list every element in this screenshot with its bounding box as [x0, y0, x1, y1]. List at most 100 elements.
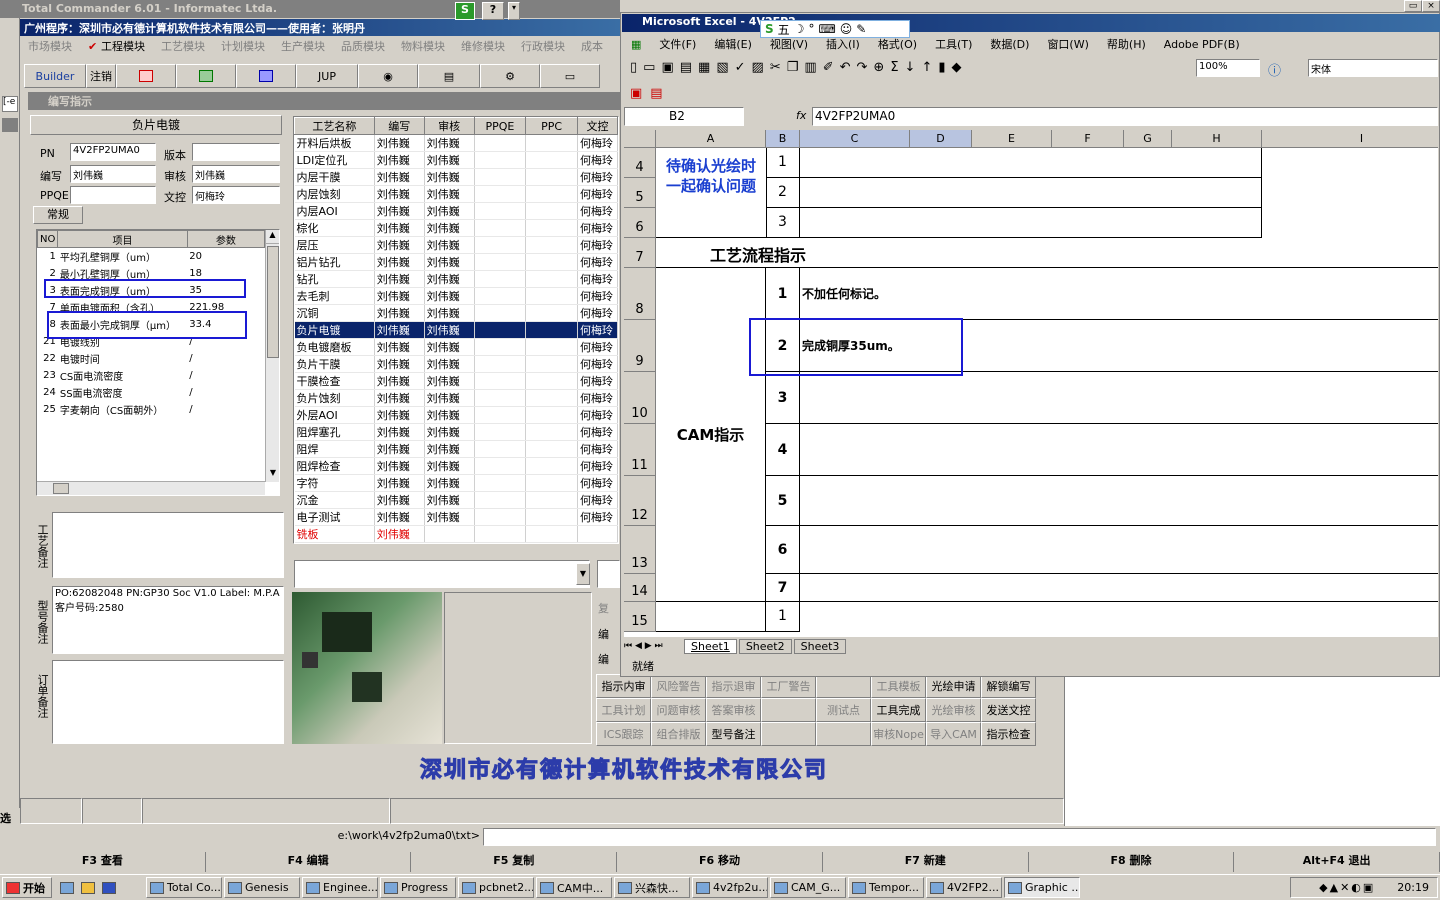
column-header[interactable]: B [766, 130, 800, 148]
cell-a7-flow-title[interactable]: 工艺流程指示 [656, 238, 1438, 268]
tab-general[interactable]: 常规 [33, 206, 83, 224]
proc-row[interactable]: 阻焊 刘伟巍 刘伟巍 何梅玲 [294, 440, 618, 458]
proc-row[interactable]: LDI定位孔 刘伟巍 刘伟巍 何梅玲 [294, 151, 618, 169]
action-button[interactable]: 光绘审核 [926, 698, 981, 722]
cell-c-text[interactable] [800, 526, 1438, 574]
proc-row[interactable]: 沉金 刘伟巍 刘伟巍 何梅玲 [294, 491, 618, 509]
cell-a4-note[interactable]: 待确认光绘时一起确认问题 [656, 148, 767, 238]
taskbar-button[interactable]: Total Co... [146, 877, 222, 898]
builder-button[interactable]: Builder [24, 64, 86, 88]
action-button[interactable]: 工具计划 [596, 698, 651, 722]
combo-arrow-icon[interactable]: ▼ [576, 563, 590, 585]
action-button[interactable] [816, 674, 871, 698]
action-button[interactable]: 光绘申请 [926, 674, 981, 698]
excel-doc-icon[interactable]: ▦ [622, 38, 650, 51]
row-header[interactable]: 7 [624, 238, 656, 268]
save-icon[interactable]: ▣ [661, 60, 673, 75]
cell-c-text[interactable] [800, 208, 1262, 238]
proc-row[interactable]: 内层AOI 刘伟巍 刘伟巍 何梅玲 [294, 202, 618, 220]
function-key-button[interactable]: F6 移动 [617, 852, 823, 872]
side-btn-1[interactable]: 复 [598, 600, 609, 616]
action-button[interactable]: 导入CAM [926, 722, 981, 746]
excel-menu-item[interactable]: 视图(V) [761, 36, 817, 52]
formula-input[interactable]: 4V2FP2UMA0 [812, 107, 1438, 126]
process-combo[interactable] [294, 560, 590, 588]
taskbar-button[interactable]: Genesis [224, 877, 300, 898]
excel-menu-item[interactable]: 格式(O) [869, 36, 926, 52]
proc-row[interactable]: 负片蚀刻 刘伟巍 刘伟巍 何梅玲 [294, 389, 618, 407]
new-icon[interactable]: ▯ [630, 60, 637, 75]
module-menu-item[interactable]: 品质模块 [333, 37, 393, 55]
param-row[interactable]: 24 SS面电流密度 / [38, 384, 265, 401]
permission-icon[interactable]: ▤ [680, 60, 692, 75]
row-header[interactable]: 6 [624, 208, 656, 238]
cell-b-number[interactable]: 5 [766, 476, 800, 526]
proc-row[interactable]: 层压 刘伟巍 刘伟巍 何梅玲 [294, 236, 618, 254]
desktop-icon[interactable] [60, 881, 74, 894]
tray-icons[interactable]: ◆▲✕◐▣ [1319, 881, 1375, 894]
cell-b-number[interactable]: 2 [766, 178, 800, 208]
param-col-header[interactable]: 参数 [186, 230, 266, 248]
proc-row[interactable]: 内层蚀刻 刘伟巍 刘伟巍 何梅玲 [294, 185, 618, 203]
taskbar-button[interactable]: 4v2fp2u... [692, 877, 768, 898]
taskbar-button[interactable]: Tempor... [848, 877, 924, 898]
proc-row[interactable]: 外层AOI 刘伟巍 刘伟巍 何梅玲 [294, 406, 618, 424]
column-header[interactable]: C [800, 130, 910, 148]
cell-b-number[interactable]: 1 [766, 268, 800, 320]
module-menu-item[interactable]: 行政模块 [513, 37, 573, 55]
excel-menu-item[interactable]: 数据(D) [981, 36, 1038, 52]
drive-box[interactable]: [-e [2, 96, 18, 112]
function-key-button[interactable]: F8 删除 [1029, 852, 1235, 872]
cell-c-text[interactable]: 不加任何标记。 [800, 268, 1438, 320]
param-row[interactable]: 1 平均孔壁铜厚（um） 20 [38, 248, 265, 265]
print-icon[interactable]: ▦ [698, 60, 710, 75]
cell-b-number[interactable]: 1 [766, 148, 800, 178]
module-menu-item[interactable]: 生产模块 [273, 37, 333, 55]
cell-b-number[interactable]: 1 [766, 602, 800, 632]
excel-tool-icon[interactable] [176, 64, 236, 88]
action-button[interactable]: 指示退审 [706, 674, 761, 698]
open-icon[interactable]: ▭ [643, 60, 655, 75]
start-button[interactable]: 开始 [2, 877, 52, 898]
preview-icon[interactable]: ▧ [716, 60, 728, 75]
jup-button[interactable]: JUP [296, 64, 358, 88]
word-tool-icon[interactable] [236, 64, 296, 88]
row-header[interactable]: 14 [624, 574, 656, 602]
proc-row[interactable]: 内层干膜 刘伟巍 刘伟巍 何梅玲 [294, 168, 618, 186]
param-hscroll[interactable] [37, 481, 265, 495]
side-btn-3[interactable]: 编 [598, 651, 609, 667]
side-btn-2[interactable]: 编 [598, 626, 609, 642]
module-menu-item[interactable]: 市场模块 [20, 37, 80, 55]
module-menu-item[interactable]: 工艺模块 [153, 37, 213, 55]
action-button[interactable]: 指示检查 [981, 722, 1036, 746]
taskbar-button[interactable]: Enginee... [302, 877, 378, 898]
font-select[interactable]: 宋体 [1308, 59, 1438, 77]
format-painter-icon[interactable]: ✐ [823, 60, 834, 75]
cell-c-text[interactable] [800, 574, 1438, 602]
database-icon[interactable]: ▤ [418, 64, 480, 88]
proc-col-header[interactable]: 文控 [576, 117, 618, 135]
proc-row[interactable]: 沉铜 刘伟巍 刘伟巍 何梅玲 [294, 304, 618, 322]
cell-b-number[interactable]: 3 [766, 208, 800, 238]
dropdown-icon[interactable]: ▾ [508, 2, 520, 20]
hyperlink-icon[interactable]: ⊕ [873, 60, 884, 75]
module-menu-item[interactable]: 物料模块 [393, 37, 453, 55]
autosum-icon[interactable]: Σ [890, 60, 898, 75]
row-header[interactable]: 10 [624, 372, 656, 424]
reviewer-field[interactable]: 刘伟巍 [192, 165, 280, 183]
action-button[interactable] [761, 722, 816, 746]
param-col-header[interactable]: NO [36, 230, 59, 248]
proc-row[interactable]: 电子测试 刘伟巍 刘伟巍 何梅玲 [294, 508, 618, 526]
column-header[interactable]: G [1124, 130, 1172, 148]
action-button[interactable]: 组合排版 [651, 722, 706, 746]
proc-col-header[interactable]: PPC [525, 117, 578, 135]
excel-menu-item[interactable]: 工具(T) [926, 36, 981, 52]
taskbar-button[interactable]: 兴森快... [614, 877, 690, 898]
taskbar-button[interactable]: CAM中... [536, 877, 612, 898]
sheet-tab[interactable]: Sheet2 [738, 638, 792, 654]
row-header[interactable]: 12 [624, 476, 656, 526]
proc-row[interactable]: 棕化 刘伟巍 刘伟巍 何梅玲 [294, 219, 618, 237]
row-header[interactable]: 4 [624, 148, 656, 178]
proc-row[interactable]: 干膜检查 刘伟巍 刘伟巍 何梅玲 [294, 372, 618, 390]
taskbar-button[interactable]: pcbnet2... [458, 877, 534, 898]
